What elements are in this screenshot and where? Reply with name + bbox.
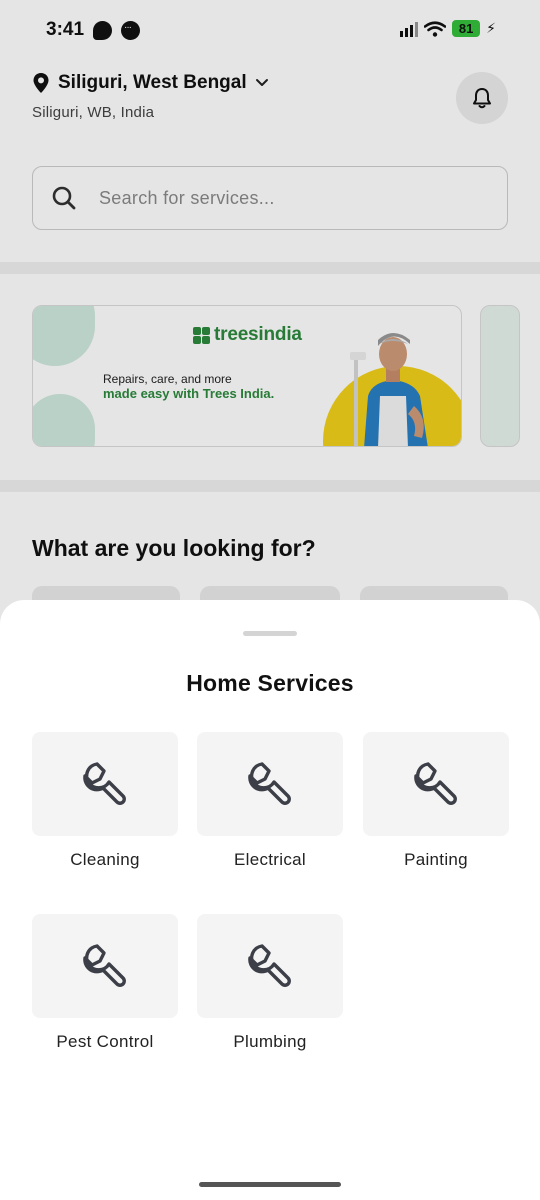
service-tile[interactable] xyxy=(32,732,178,836)
wrench-icon xyxy=(414,762,457,805)
home-services-sheet: Home Services Cleaning Electrical Painti… xyxy=(0,600,540,1200)
service-item-electrical[interactable]: Electrical xyxy=(197,732,343,870)
wrench-icon xyxy=(248,762,291,805)
service-item-pest-control[interactable]: Pest Control xyxy=(32,914,178,1052)
service-label: Pest Control xyxy=(56,1032,154,1051)
wrench-icon xyxy=(83,762,126,805)
home-indicator[interactable] xyxy=(199,1182,341,1187)
service-label: Painting xyxy=(404,850,468,869)
sheet-title: Home Services xyxy=(186,670,354,696)
wrench-icon xyxy=(248,944,291,987)
service-label: Plumbing xyxy=(233,1032,307,1051)
service-item-painting[interactable]: Painting xyxy=(363,732,509,870)
service-item-plumbing[interactable]: Plumbing xyxy=(197,914,343,1052)
service-item-cleaning[interactable]: Cleaning xyxy=(32,732,178,870)
service-tile[interactable] xyxy=(32,914,178,1018)
service-label: Cleaning xyxy=(70,850,140,869)
service-tile[interactable] xyxy=(363,732,509,836)
service-tile[interactable] xyxy=(197,914,343,1018)
wrench-icon xyxy=(83,944,126,987)
sheet-drag-handle[interactable] xyxy=(243,631,297,636)
service-tile[interactable] xyxy=(197,732,343,836)
service-label: Electrical xyxy=(234,850,306,869)
